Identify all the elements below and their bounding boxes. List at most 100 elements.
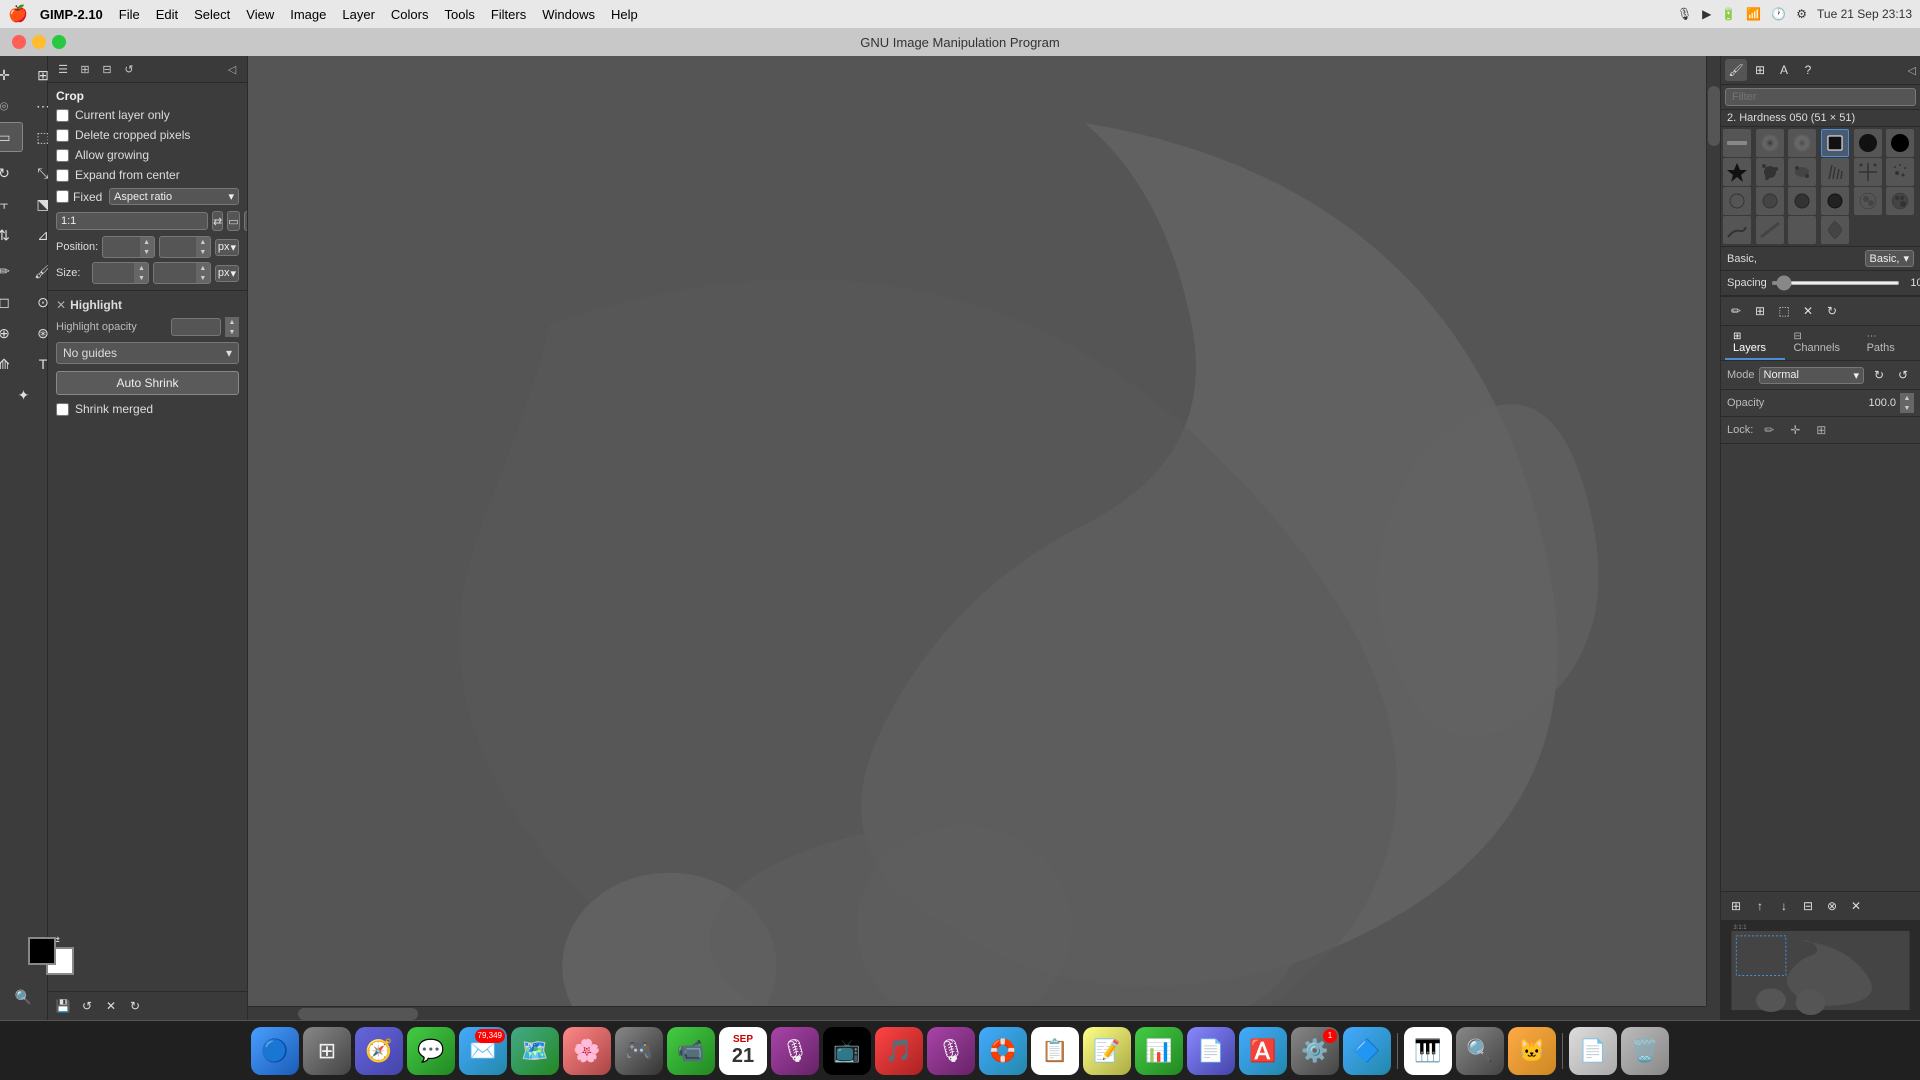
delete-cropped-checkbox[interactable] bbox=[56, 129, 69, 142]
help-brushes-button[interactable]: ? bbox=[1797, 59, 1819, 81]
pos-x-input[interactable]: 0 bbox=[103, 239, 139, 255]
maximize-button[interactable] bbox=[52, 35, 66, 49]
vertical-scrollbar[interactable] bbox=[1706, 56, 1720, 1020]
opacity-down-button[interactable]: ▼ bbox=[225, 327, 239, 337]
paint-cross-icon[interactable]: ✕ bbox=[1797, 300, 1819, 322]
brush-item-dot[interactable] bbox=[1886, 158, 1914, 186]
lower-layer-button[interactable]: ↓ bbox=[1773, 895, 1795, 917]
allow-growing-checkbox[interactable] bbox=[56, 149, 69, 162]
pos-y-input[interactable]: 0 bbox=[160, 239, 196, 255]
brush-type-dropdown[interactable]: Basic, ▾ bbox=[1865, 250, 1915, 267]
layer-opacity-up-button[interactable]: ▲ bbox=[1900, 393, 1914, 403]
dock-photos[interactable]: 🌸 bbox=[563, 1027, 611, 1075]
close-button[interactable] bbox=[12, 35, 26, 49]
dock-facetime[interactable]: 📹 bbox=[667, 1027, 715, 1075]
perspective-clone-tool[interactable]: ⟰ bbox=[0, 349, 23, 379]
pos-y-down-button[interactable]: ▼ bbox=[196, 247, 210, 257]
brush-item-splat2[interactable] bbox=[1788, 158, 1816, 186]
save-tool-preset-button[interactable]: 💾 bbox=[52, 995, 74, 1017]
dock-music[interactable]: 🎵 bbox=[875, 1027, 923, 1075]
dock-safari[interactable]: 🧭 bbox=[355, 1027, 403, 1075]
paint-blend-icon[interactable]: ⬚ bbox=[1773, 300, 1795, 322]
brush-item-line1[interactable] bbox=[1723, 216, 1751, 244]
dock-mail[interactable]: ✉️ 79,349 bbox=[459, 1027, 507, 1075]
opacity-up-button[interactable]: ▲ bbox=[225, 317, 239, 327]
swap-ratio-button[interactable]: ⇄ bbox=[212, 211, 223, 231]
size-unit-dropdown[interactable]: px ▾ bbox=[215, 265, 239, 282]
expand-from-center-checkbox[interactable] bbox=[56, 169, 69, 182]
dock-airdrop[interactable]: 🔷 bbox=[1343, 1027, 1391, 1075]
horizontal-scrollbar[interactable] bbox=[248, 1006, 1706, 1020]
ratio-input[interactable] bbox=[56, 212, 208, 230]
dock-maps[interactable]: 🗺️ bbox=[511, 1027, 559, 1075]
dock-pages[interactable]: 📄 bbox=[1187, 1027, 1235, 1075]
menu-help[interactable]: Help bbox=[603, 5, 646, 24]
move-tool[interactable]: ✛ bbox=[0, 60, 23, 90]
dock-notes[interactable]: 📝 bbox=[1083, 1027, 1131, 1075]
dock-support[interactable]: 🛟 bbox=[979, 1027, 1027, 1075]
paint-adjust-icon[interactable]: ⊞ bbox=[1749, 300, 1771, 322]
raise-layer-button[interactable]: ↑ bbox=[1749, 895, 1771, 917]
tab-paths[interactable]: ⋯ Paths bbox=[1859, 326, 1916, 360]
lasso-tool[interactable]: ⌾ bbox=[0, 91, 23, 121]
brush-item-texture1[interactable] bbox=[1854, 187, 1882, 215]
dock-podcast-app[interactable]: 🎙 bbox=[927, 1027, 975, 1075]
highlight-opacity-input[interactable]: 50.0 bbox=[171, 318, 221, 336]
size-w-up-button[interactable]: ▲ bbox=[134, 263, 148, 273]
brushes-panel-expand-icon[interactable]: ◁ bbox=[1908, 64, 1916, 77]
brush-item-flat[interactable] bbox=[1723, 129, 1751, 157]
size-h-input[interactable]: 0 bbox=[154, 265, 195, 281]
menu-file[interactable]: File bbox=[111, 5, 148, 24]
panel-collapse-icon[interactable]: ◁ bbox=[223, 60, 241, 78]
layer-refresh-button[interactable]: ↻ bbox=[1868, 364, 1890, 386]
brush-item-line2[interactable] bbox=[1756, 216, 1784, 244]
dock-piano[interactable]: 🎹 bbox=[1404, 1027, 1452, 1075]
minimize-button[interactable] bbox=[32, 35, 46, 49]
menu-image[interactable]: Image bbox=[282, 5, 334, 24]
brush-item-texture2[interactable] bbox=[1886, 187, 1914, 215]
shear-tool[interactable]: ⫟ bbox=[0, 189, 23, 219]
dock-calendar[interactable]: SEP 21 bbox=[719, 1027, 767, 1075]
tab-layers[interactable]: ⊞ Layers bbox=[1725, 326, 1785, 360]
dock-launchpad[interactable]: ⊞ bbox=[303, 1027, 351, 1075]
lock-pixels-button[interactable]: ✏ bbox=[1759, 420, 1779, 440]
dock-system-settings[interactable]: ⚙️ 1 bbox=[1291, 1027, 1339, 1075]
dock-trash[interactable]: 🗑️ bbox=[1621, 1027, 1669, 1075]
brush-item-custom2[interactable] bbox=[1821, 216, 1849, 244]
layer-reset-button[interactable]: ↺ bbox=[1892, 364, 1914, 386]
restore-tool-preset-button[interactable]: ↺ bbox=[76, 995, 98, 1017]
highlight-close-icon[interactable]: ✕ bbox=[56, 298, 66, 312]
size-h-up-button[interactable]: ▲ bbox=[196, 263, 210, 273]
paint-refresh-icon[interactable]: ↻ bbox=[1821, 300, 1843, 322]
brush-item-hard3[interactable] bbox=[1886, 129, 1914, 157]
shrink-merged-checkbox[interactable] bbox=[56, 403, 69, 416]
patterns-tab-button[interactable]: ⊞ bbox=[1749, 59, 1771, 81]
brush-item-hard2[interactable] bbox=[1854, 129, 1882, 157]
pos-x-down-button[interactable]: ▼ bbox=[140, 247, 154, 257]
landscape-ratio-button[interactable]: ▭ bbox=[227, 211, 239, 231]
duplicate-layer-button[interactable]: ⊟ bbox=[1797, 895, 1819, 917]
size-w-down-button[interactable]: ▼ bbox=[134, 273, 148, 283]
dock-messages[interactable]: 💬 bbox=[407, 1027, 455, 1075]
fixed-checkbox[interactable] bbox=[56, 190, 69, 203]
lock-alpha-button[interactable]: ⊞ bbox=[1811, 420, 1831, 440]
brush-item-star[interactable] bbox=[1723, 158, 1751, 186]
zoom-tool[interactable]: 🔍 bbox=[5, 982, 43, 1012]
tool-presets-icon[interactable]: ☰ bbox=[54, 60, 72, 78]
battery-icon[interactable]: 🔋 bbox=[1721, 7, 1736, 21]
dock-gimp[interactable]: 🐱 bbox=[1508, 1027, 1556, 1075]
rotate-tool[interactable]: ↻ bbox=[0, 158, 23, 188]
brush-item-round4[interactable] bbox=[1821, 187, 1849, 215]
menu-colors[interactable]: Colors bbox=[383, 5, 437, 24]
pos-y-up-button[interactable]: ▲ bbox=[196, 237, 210, 247]
clone-tool[interactable]: ⊕ bbox=[0, 318, 23, 348]
dock-appletv[interactable]: 📺 bbox=[823, 1027, 871, 1075]
new-layer-button[interactable]: ⊞ bbox=[1725, 895, 1747, 917]
brush-item-soft1[interactable] bbox=[1756, 129, 1784, 157]
control-center[interactable]: ⚙ bbox=[1796, 7, 1807, 21]
delete-tool-preset-button[interactable]: ✕ bbox=[100, 995, 122, 1017]
app-name[interactable]: GIMP-2.10 bbox=[40, 7, 103, 22]
fonts-tab-button[interactable]: A bbox=[1773, 59, 1795, 81]
brush-item-plus[interactable] bbox=[1854, 158, 1882, 186]
brush-item-round3[interactable] bbox=[1788, 187, 1816, 215]
